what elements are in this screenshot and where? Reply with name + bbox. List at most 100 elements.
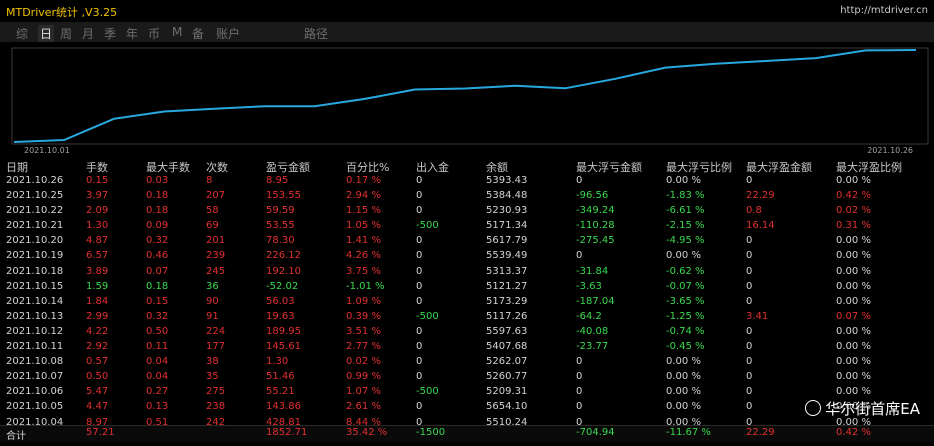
table-row[interactable]: 2021.10.13 2.99 0.32 91 19.63 0.39 % -500 5117.… bbox=[0, 310, 934, 325]
table-cell: 0.00 % bbox=[836, 250, 871, 262]
table-cell: -275.45 bbox=[576, 235, 615, 247]
table-cell: 0.00 % bbox=[836, 295, 871, 307]
column-header-6[interactable]: 出入金 bbox=[416, 159, 449, 175]
table-cell: -0.45 % bbox=[666, 341, 705, 353]
table-cell: 1.41 % bbox=[346, 235, 381, 247]
table-cell: -500 bbox=[416, 220, 439, 232]
table-cell: 0 bbox=[416, 356, 423, 368]
column-header-2[interactable]: 最大手数 bbox=[146, 159, 190, 175]
table-cell: 2021.10.07 bbox=[6, 371, 64, 383]
table-cell: 0 bbox=[746, 371, 753, 383]
table-cell: 0.42 % bbox=[836, 190, 871, 202]
table-cell: 0 bbox=[746, 265, 753, 277]
tab-7[interactable]: M bbox=[172, 25, 182, 39]
table-cell: 3.89 bbox=[86, 265, 109, 277]
table-cell: 1.84 bbox=[86, 295, 109, 307]
title-bar: MTDriver统计 ,V3.25 http://mtdriver.cn bbox=[0, 0, 934, 22]
total-cell: 35.42 % bbox=[346, 427, 388, 438]
table-cell: 3.75 % bbox=[346, 265, 381, 277]
column-header-8[interactable]: 最大浮亏金额 bbox=[576, 159, 642, 175]
table-cell: 0.00 % bbox=[666, 250, 701, 262]
table-cell: 153.55 bbox=[266, 190, 301, 202]
table-row[interactable]: 2021.10.19 6.57 0.46 239 226.12 4.26 % 0 5539.4… bbox=[0, 249, 934, 264]
column-header-10[interactable]: 最大浮盈金额 bbox=[746, 159, 812, 175]
tab-8[interactable]: 备 bbox=[192, 25, 204, 42]
table-cell: -3.65 % bbox=[666, 295, 705, 307]
table-row[interactable]: 2021.10.14 1.84 0.15 90 56.03 1.09 % 0 5173.29 -… bbox=[0, 295, 934, 310]
column-header-3[interactable]: 次数 bbox=[206, 159, 228, 175]
table-row[interactable]: 2021.10.25 3.97 0.18 207 153.55 2.94 % 0 5384.4… bbox=[0, 189, 934, 204]
tab-2[interactable]: 周 bbox=[60, 25, 72, 42]
chart-plot-area bbox=[11, 47, 929, 145]
table-cell: 0 bbox=[416, 341, 423, 353]
column-header-5[interactable]: 百分比% bbox=[346, 159, 389, 175]
table-cell: -4.95 % bbox=[666, 235, 705, 247]
column-header-7[interactable]: 余额 bbox=[486, 159, 508, 175]
table-cell: 0.31 % bbox=[836, 220, 871, 232]
table-cell: 238 bbox=[206, 401, 226, 413]
table-cell: 245 bbox=[206, 265, 226, 277]
total-cell: -704.94 bbox=[576, 427, 615, 438]
table-cell: 36 bbox=[206, 280, 219, 292]
table-row[interactable]: 2021.10.18 3.89 0.07 245 192.10 3.75 % 0 5313.3… bbox=[0, 265, 934, 280]
table-cell: 1.05 % bbox=[346, 220, 381, 232]
column-header-11[interactable]: 最大浮盈比例 bbox=[836, 159, 902, 175]
table-cell: 0.18 bbox=[146, 280, 169, 292]
table-cell: 0.00 % bbox=[666, 401, 701, 413]
table-row[interactable]: 2021.10.15 1.59 0.18 36 -52.02 -1.01 % 0 5121.2… bbox=[0, 280, 934, 295]
tab-5[interactable]: 年 bbox=[126, 25, 138, 42]
table-row[interactable]: 2021.10.07 0.50 0.04 35 51.46 0.99 % 0 5260.77 0… bbox=[0, 370, 934, 385]
table-cell: -349.24 bbox=[576, 205, 615, 217]
table-header-row: 日期 手数 最大手数 次数 盈亏金额 百分比% 出入金 余额 最大浮亏金额 最大浮亏比例 最大浮盈金… bbox=[0, 158, 934, 174]
tab-1[interactable]: 日 bbox=[38, 25, 55, 42]
table-cell: 1.59 bbox=[86, 280, 109, 292]
column-header-9[interactable]: 最大浮亏比例 bbox=[666, 159, 732, 175]
table-cell: 2021.10.25 bbox=[6, 190, 64, 202]
total-cell: 22.29 bbox=[746, 427, 775, 438]
table-row[interactable]: 2021.10.12 4.22 0.50 224 189.95 3.51 % 0 5597.6… bbox=[0, 325, 934, 340]
table-row[interactable]: 2021.10.20 4.87 0.32 201 78.30 1.41 % 0 5617.79… bbox=[0, 234, 934, 249]
table-cell: 0.00 % bbox=[836, 356, 871, 368]
table-row[interactable]: 2021.10.22 2.09 0.18 58 59.59 1.15 % 0 5230.93 -… bbox=[0, 204, 934, 219]
table-cell: 0 bbox=[746, 341, 753, 353]
table-cell: 1.15 % bbox=[346, 205, 381, 217]
tab-10[interactable]: 路径 bbox=[304, 25, 328, 42]
table-cell: 2021.10.05 bbox=[6, 401, 64, 413]
table-cell: 0.04 bbox=[146, 356, 169, 368]
table-cell: 0 bbox=[416, 280, 423, 292]
total-cell: 0.42 % bbox=[836, 427, 871, 438]
table-cell: 5262.07 bbox=[486, 356, 528, 368]
tab-3[interactable]: 月 bbox=[82, 25, 94, 42]
table-row[interactable]: 2021.10.05 4.47 0.13 238 143.86 2.61 % 0 5654.1… bbox=[0, 400, 934, 415]
column-header-0[interactable]: 日期 bbox=[6, 159, 28, 175]
tab-6[interactable]: 币 bbox=[148, 25, 160, 42]
tab-4[interactable]: 季 bbox=[104, 25, 116, 42]
table-row[interactable]: 2021.10.11 2.92 0.11 177 145.61 2.77 % 0 5407.6… bbox=[0, 340, 934, 355]
table-row[interactable]: 2021.10.08 0.57 0.04 38 1.30 0.02 % 0 5262.07 0 0… bbox=[0, 355, 934, 370]
weibo-icon bbox=[805, 400, 822, 416]
table-cell: 0.00 % bbox=[666, 356, 701, 368]
column-header-1[interactable]: 手数 bbox=[86, 159, 108, 175]
table-cell: -64.2 bbox=[576, 310, 602, 322]
table-row[interactable]: 2021.10.06 5.47 0.27 275 55.21 1.07 % -500 5209… bbox=[0, 385, 934, 400]
table-cell: -187.04 bbox=[576, 295, 615, 307]
table-cell: 0.32 bbox=[146, 310, 169, 322]
app-url-link[interactable]: http://mtdriver.cn bbox=[840, 5, 928, 16]
table-cell: 2021.10.18 bbox=[6, 265, 64, 277]
tab-9[interactable]: 账户 bbox=[216, 25, 240, 42]
column-header-4[interactable]: 盈亏金额 bbox=[266, 159, 310, 175]
table-row[interactable]: 2021.10.26 0.15 0.03 8 8.95 0.17 % 0 5393.43 0 0.… bbox=[0, 174, 934, 189]
table-row[interactable]: 2021.10.21 1.30 0.09 69 53.55 1.05 % -500 5171.… bbox=[0, 219, 934, 234]
tab-0[interactable]: 综 bbox=[16, 25, 28, 42]
table-cell: 0 bbox=[576, 401, 583, 413]
table-cell: 2021.10.13 bbox=[6, 310, 64, 322]
table-cell: 56.03 bbox=[266, 295, 295, 307]
table-cell: 5597.63 bbox=[486, 325, 528, 337]
table-cell: 0 bbox=[576, 175, 583, 186]
x-end-label: 2021.10.26 bbox=[867, 146, 913, 155]
table-cell: 5313.37 bbox=[486, 265, 528, 277]
table-cell: 5117.26 bbox=[486, 310, 528, 322]
table-cell: 224 bbox=[206, 325, 226, 337]
table-cell: 2021.10.20 bbox=[6, 235, 64, 247]
period-tab-bar: 综日周月季年币 M 备账户 路径 bbox=[0, 22, 934, 42]
